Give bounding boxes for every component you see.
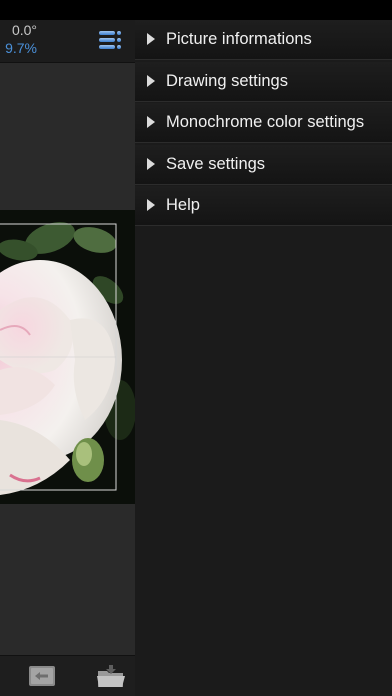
menu-item-label: Picture informations [166,30,312,48]
menu-item-label: Drawing settings [166,71,288,90]
menu-item-label: Help [166,196,200,214]
preview-pane: 0.0° 9.7% [0,20,135,696]
triangle-right-icon [147,157,155,170]
menu-button[interactable] [95,25,125,55]
open-folder-icon [97,665,125,687]
triangle-right-icon [147,33,155,45]
percent-readout: 9.7% [5,40,37,56]
menu-item-save-settings[interactable]: Save settings [135,144,392,185]
photo-preview[interactable] [0,210,135,504]
menu-item-picture-informations[interactable]: Picture informations [135,20,392,60]
menu-item-label: Monochrome color settings [166,113,365,131]
list-menu-icon [99,31,121,49]
preview-footer [0,655,135,696]
rose-photo [0,210,135,504]
open-folder-button[interactable] [96,663,126,689]
swap-button[interactable] [28,664,56,688]
menu-item-drawing-settings[interactable]: Drawing settings [135,61,392,102]
menu-item-label: Save settings [166,154,266,173]
settings-menu: Picture informations Drawing settings Mo… [135,20,392,696]
menu-item-help[interactable]: Help [135,186,392,226]
angle-readout: 0.0° [11,22,37,38]
triangle-right-icon [147,74,155,87]
swap-arrows-icon [29,666,55,686]
triangle-right-icon [147,116,155,128]
status-bar [0,0,392,20]
menu-item-monochrome-color-settings[interactable]: Monochrome color settings [135,103,392,143]
preview-toolbar: 0.0° 9.7% [0,20,135,63]
triangle-right-icon [147,199,155,211]
